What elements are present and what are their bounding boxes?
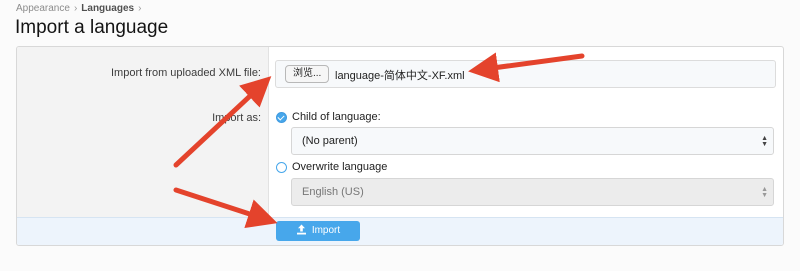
annotation-arrow-radio [173,76,272,168]
annotation-arrows [173,52,585,229]
annotation-arrow-file [468,52,585,83]
annotation-arrow-import [173,187,278,229]
